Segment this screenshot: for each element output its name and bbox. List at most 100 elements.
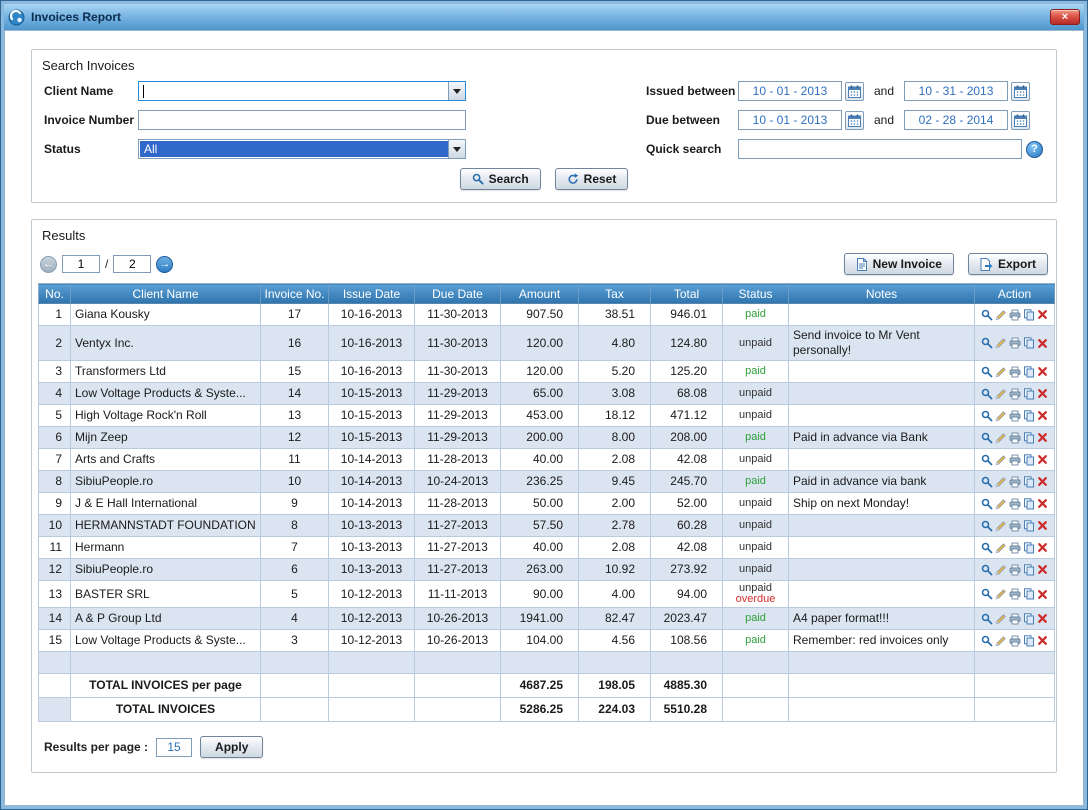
delete-icon[interactable] bbox=[1037, 542, 1048, 553]
view-icon[interactable] bbox=[981, 613, 993, 625]
print-icon[interactable] bbox=[1009, 309, 1021, 321]
prev-page-button[interactable]: ← bbox=[40, 256, 57, 273]
view-icon[interactable] bbox=[981, 520, 993, 532]
edit-icon[interactable] bbox=[995, 542, 1007, 554]
delete-icon[interactable] bbox=[1037, 520, 1048, 531]
view-icon[interactable] bbox=[981, 366, 993, 378]
edit-icon[interactable] bbox=[995, 498, 1007, 510]
next-page-button[interactable]: → bbox=[156, 256, 173, 273]
view-icon[interactable] bbox=[981, 542, 993, 554]
print-icon[interactable] bbox=[1009, 337, 1021, 349]
col-header-issue-date[interactable]: Issue Date bbox=[329, 284, 415, 304]
col-header-notes[interactable]: Notes bbox=[789, 284, 975, 304]
close-button[interactable]: × bbox=[1050, 9, 1080, 25]
delete-icon[interactable] bbox=[1037, 388, 1048, 399]
edit-icon[interactable] bbox=[995, 588, 1007, 600]
current-page-input[interactable] bbox=[62, 255, 100, 273]
issued-to-input[interactable]: 10 - 31 - 2013 bbox=[904, 81, 1008, 101]
view-icon[interactable] bbox=[981, 454, 993, 466]
edit-icon[interactable] bbox=[995, 454, 1007, 466]
view-icon[interactable] bbox=[981, 476, 993, 488]
copy-icon[interactable] bbox=[1023, 520, 1035, 532]
copy-icon[interactable] bbox=[1023, 337, 1035, 349]
invoice-number-input[interactable] bbox=[138, 110, 466, 130]
delete-icon[interactable] bbox=[1037, 338, 1048, 349]
edit-icon[interactable] bbox=[995, 337, 1007, 349]
calendar-icon[interactable] bbox=[1011, 82, 1030, 101]
delete-icon[interactable] bbox=[1037, 498, 1048, 509]
view-icon[interactable] bbox=[981, 388, 993, 400]
edit-icon[interactable] bbox=[995, 564, 1007, 576]
print-icon[interactable] bbox=[1009, 410, 1021, 422]
search-button[interactable]: Search bbox=[460, 168, 541, 190]
new-invoice-button[interactable]: New Invoice bbox=[844, 253, 954, 275]
col-header-amount[interactable]: Amount bbox=[501, 284, 579, 304]
print-icon[interactable] bbox=[1009, 476, 1021, 488]
print-icon[interactable] bbox=[1009, 588, 1021, 600]
chevron-down-icon[interactable] bbox=[448, 82, 465, 100]
col-header-status[interactable]: Status bbox=[723, 284, 789, 304]
edit-icon[interactable] bbox=[995, 388, 1007, 400]
copy-icon[interactable] bbox=[1023, 542, 1035, 554]
view-icon[interactable] bbox=[981, 432, 993, 444]
copy-icon[interactable] bbox=[1023, 635, 1035, 647]
quick-search-input[interactable] bbox=[738, 139, 1022, 159]
copy-icon[interactable] bbox=[1023, 588, 1035, 600]
col-header-action[interactable]: Action bbox=[975, 284, 1055, 304]
print-icon[interactable] bbox=[1009, 564, 1021, 576]
copy-icon[interactable] bbox=[1023, 454, 1035, 466]
copy-icon[interactable] bbox=[1023, 410, 1035, 422]
copy-icon[interactable] bbox=[1023, 564, 1035, 576]
view-icon[interactable] bbox=[981, 588, 993, 600]
copy-icon[interactable] bbox=[1023, 498, 1035, 510]
delete-icon[interactable] bbox=[1037, 476, 1048, 487]
print-icon[interactable] bbox=[1009, 498, 1021, 510]
copy-icon[interactable] bbox=[1023, 432, 1035, 444]
delete-icon[interactable] bbox=[1037, 589, 1048, 600]
edit-icon[interactable] bbox=[995, 613, 1007, 625]
chevron-down-icon[interactable] bbox=[448, 140, 465, 158]
help-icon[interactable]: ? bbox=[1026, 141, 1043, 158]
calendar-icon[interactable] bbox=[845, 82, 864, 101]
print-icon[interactable] bbox=[1009, 542, 1021, 554]
view-icon[interactable] bbox=[981, 337, 993, 349]
status-select[interactable]: All bbox=[138, 139, 466, 159]
edit-icon[interactable] bbox=[995, 520, 1007, 532]
print-icon[interactable] bbox=[1009, 635, 1021, 647]
issued-from-input[interactable]: 10 - 01 - 2013 bbox=[738, 81, 842, 101]
print-icon[interactable] bbox=[1009, 454, 1021, 466]
copy-icon[interactable] bbox=[1023, 388, 1035, 400]
view-icon[interactable] bbox=[981, 410, 993, 422]
col-header-invoice-no[interactable]: Invoice No. bbox=[261, 284, 329, 304]
copy-icon[interactable] bbox=[1023, 476, 1035, 488]
delete-icon[interactable] bbox=[1037, 635, 1048, 646]
col-header-total[interactable]: Total bbox=[651, 284, 723, 304]
col-header-client-name[interactable]: Client Name bbox=[71, 284, 261, 304]
export-button[interactable]: Export bbox=[968, 253, 1048, 275]
delete-icon[interactable] bbox=[1037, 564, 1048, 575]
edit-icon[interactable] bbox=[995, 366, 1007, 378]
col-header-no[interactable]: No. bbox=[39, 284, 71, 304]
delete-icon[interactable] bbox=[1037, 309, 1048, 320]
col-header-tax[interactable]: Tax bbox=[579, 284, 651, 304]
edit-icon[interactable] bbox=[995, 309, 1007, 321]
view-icon[interactable] bbox=[981, 564, 993, 576]
print-icon[interactable] bbox=[1009, 613, 1021, 625]
total-pages-input[interactable] bbox=[113, 255, 151, 273]
due-from-input[interactable]: 10 - 01 - 2013 bbox=[738, 110, 842, 130]
copy-icon[interactable] bbox=[1023, 613, 1035, 625]
due-to-input[interactable]: 02 - 28 - 2014 bbox=[904, 110, 1008, 130]
delete-icon[interactable] bbox=[1037, 454, 1048, 465]
col-header-due-date[interactable]: Due Date bbox=[415, 284, 501, 304]
print-icon[interactable] bbox=[1009, 388, 1021, 400]
edit-icon[interactable] bbox=[995, 432, 1007, 444]
copy-icon[interactable] bbox=[1023, 366, 1035, 378]
apply-button[interactable]: Apply bbox=[200, 736, 263, 758]
delete-icon[interactable] bbox=[1037, 613, 1048, 624]
delete-icon[interactable] bbox=[1037, 410, 1048, 421]
delete-icon[interactable] bbox=[1037, 432, 1048, 443]
calendar-icon[interactable] bbox=[845, 111, 864, 130]
print-icon[interactable] bbox=[1009, 366, 1021, 378]
edit-icon[interactable] bbox=[995, 476, 1007, 488]
reset-button[interactable]: Reset bbox=[555, 168, 629, 190]
